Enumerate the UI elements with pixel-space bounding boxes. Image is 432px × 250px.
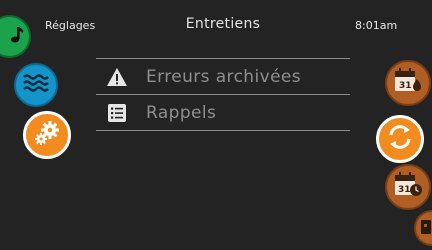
menu-item-label: Rappels (146, 102, 217, 123)
calendar-drop-icon: 31 (393, 67, 423, 99)
gears-icon (33, 119, 61, 151)
screen: Réglages Entretiens 8:01am Erreurs archi… (0, 0, 432, 250)
settings-button[interactable] (23, 111, 71, 159)
cycle-arrows-icon (385, 122, 415, 156)
status-bar: Réglages Entretiens 8:01am (0, 0, 432, 34)
list-icon (106, 103, 128, 123)
water-button[interactable] (14, 63, 58, 107)
water-waves-icon (23, 73, 49, 97)
warning-icon (106, 67, 128, 87)
cycle-button[interactable] (376, 115, 424, 163)
calendar-clock-button[interactable]: 31 (385, 164, 431, 210)
calendar-clock-icon: 31 (393, 171, 423, 203)
divider (96, 130, 350, 131)
menu-item-label: Erreurs archivées (146, 66, 302, 87)
music-note-icon (8, 26, 24, 48)
grid-icon (421, 219, 432, 238)
calendar-day: 31 (399, 81, 412, 91)
clock: 8:01am (355, 19, 398, 32)
menu-item-archived-errors[interactable]: Erreurs archivées (96, 59, 350, 94)
back-link-settings[interactable]: Réglages (45, 19, 95, 32)
page-title: Entretiens (185, 16, 261, 32)
more-button[interactable] (414, 210, 432, 246)
calendar-drop-button[interactable]: 31 (385, 60, 431, 106)
calendar-day: 31 (398, 185, 411, 195)
maintenance-menu: Erreurs archivées Rappels (96, 58, 350, 131)
menu-item-reminders[interactable]: Rappels (96, 95, 350, 130)
